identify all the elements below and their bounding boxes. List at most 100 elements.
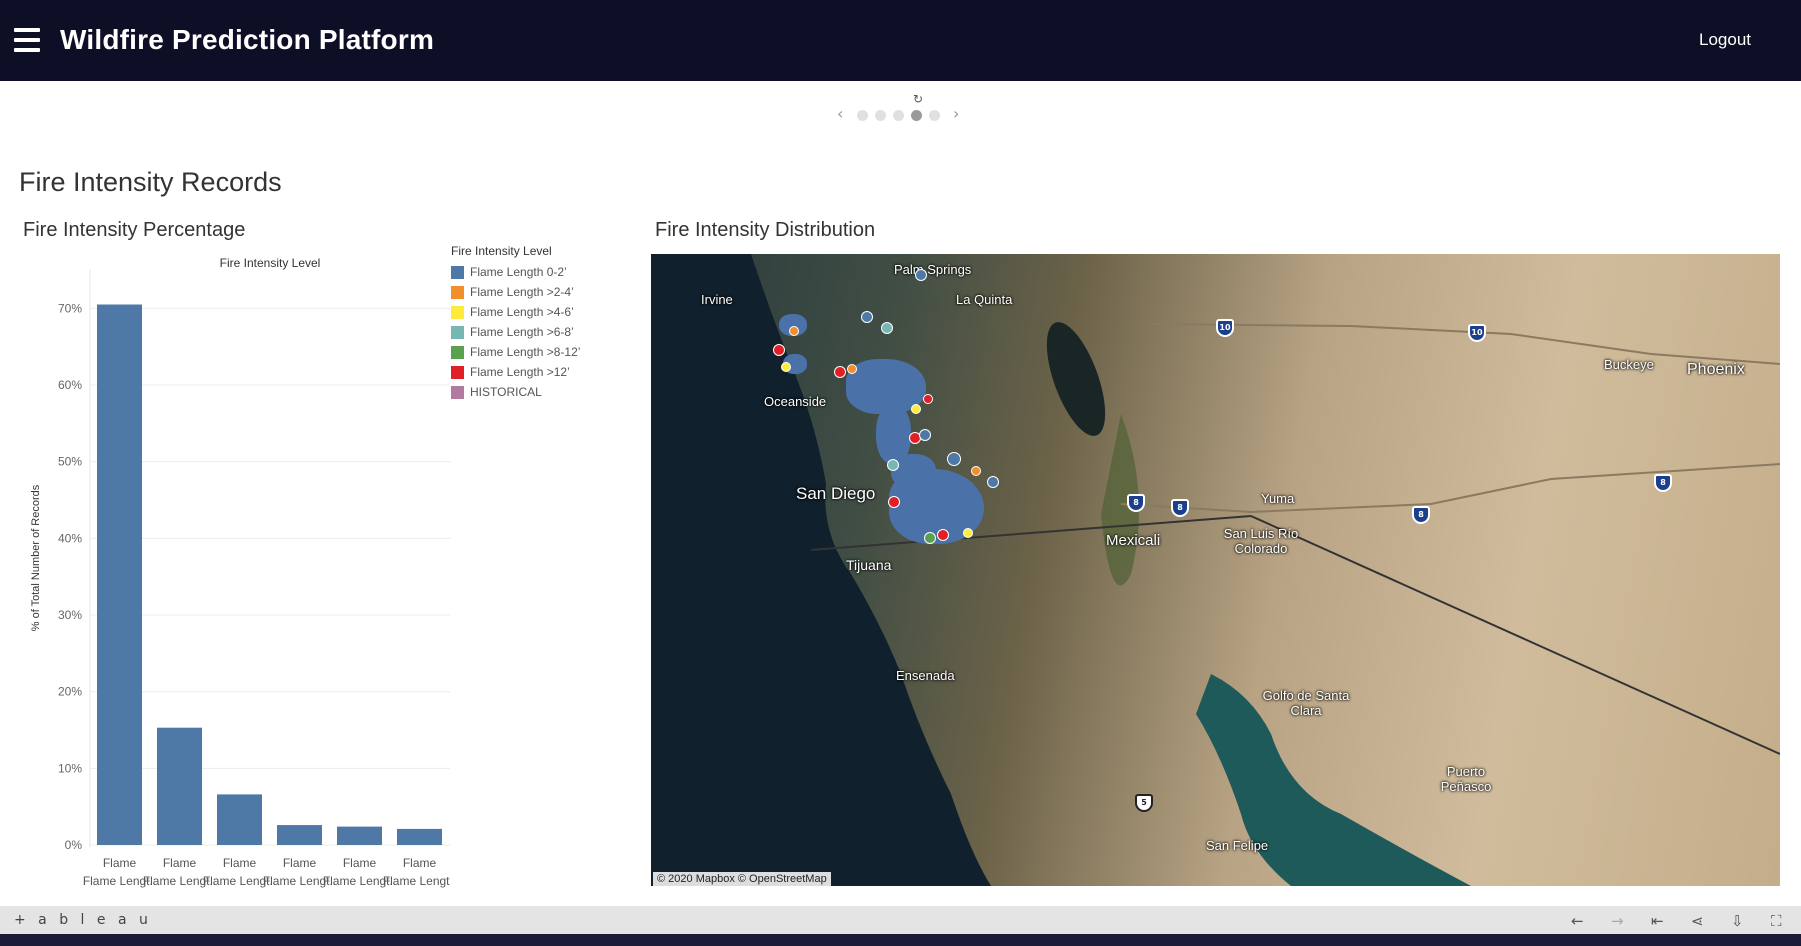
map-label: Oceanside bbox=[764, 394, 827, 409]
legend-item[interactable]: Flame Length 0-2’ bbox=[451, 262, 580, 282]
border-line bbox=[810, 515, 1252, 551]
legend-item[interactable]: Flame Length >4-6’ bbox=[451, 302, 580, 322]
pacific-ocean bbox=[651, 254, 991, 886]
chart-title: Fire Intensity Level bbox=[220, 256, 321, 270]
highway-road bbox=[1150, 323, 1780, 365]
highway-shield-icon: 5 bbox=[1135, 794, 1153, 812]
fire-point[interactable] bbox=[773, 344, 785, 356]
carousel-dot[interactable] bbox=[875, 110, 886, 121]
refresh-icon[interactable]: ↻ bbox=[913, 92, 923, 106]
fire-point[interactable] bbox=[911, 404, 921, 414]
map-label: Ensenada bbox=[896, 668, 955, 683]
interstate-shield-icon: 10 bbox=[1216, 319, 1234, 337]
fire-point[interactable] bbox=[987, 476, 999, 488]
interstate-shield-icon: 8 bbox=[1654, 474, 1672, 492]
legend-swatch bbox=[451, 285, 464, 299]
legend-item[interactable]: Flame Length >8-12’ bbox=[451, 342, 580, 362]
x-tick-label: Flame bbox=[163, 856, 197, 870]
prev-arrow-icon[interactable]: ‹ bbox=[837, 106, 843, 122]
legend-label: Flame Length 0-2’ bbox=[470, 265, 567, 279]
bottom-band bbox=[0, 934, 1801, 946]
map-label: Yuma bbox=[1261, 491, 1295, 506]
distribution-section-title: Fire Intensity Distribution bbox=[655, 219, 876, 241]
legend-swatch bbox=[451, 265, 464, 279]
bar bbox=[277, 825, 322, 845]
x-tick-label: Flame bbox=[343, 856, 377, 870]
map-label: La Quinta bbox=[956, 292, 1013, 307]
dashboard-title: Fire Intensity Records bbox=[19, 167, 282, 197]
legend-item[interactable]: Flame Length >2-4’ bbox=[451, 282, 580, 302]
top-navigation-bar: Wildfire Prediction Platform Logout bbox=[0, 0, 1801, 81]
fire-point[interactable] bbox=[781, 362, 791, 372]
carousel-dot[interactable] bbox=[893, 110, 904, 121]
map-label: Irvine bbox=[701, 292, 733, 307]
bar bbox=[157, 727, 202, 845]
undo-icon[interactable]: ← bbox=[1571, 912, 1584, 930]
legend-label: HISTORICAL bbox=[470, 385, 542, 399]
legend-label: Flame Length >12’ bbox=[470, 365, 570, 379]
legend-item[interactable]: HISTORICAL bbox=[451, 382, 580, 402]
revert-icon[interactable]: ⇤ bbox=[1651, 912, 1664, 930]
map-label: Mexicali bbox=[1106, 532, 1161, 549]
fire-point[interactable] bbox=[888, 496, 900, 508]
next-arrow-icon[interactable]: › bbox=[953, 106, 959, 122]
y-tick-label: 20% bbox=[58, 685, 82, 699]
fire-point[interactable] bbox=[937, 529, 949, 541]
bar bbox=[337, 826, 382, 845]
x-tick-label: Flame Lengt.. bbox=[383, 874, 450, 888]
map-label: Tijuana bbox=[846, 557, 892, 573]
chart-legend: Fire Intensity Level Flame Length 0-2’ F… bbox=[451, 244, 580, 402]
salton-sea bbox=[1046, 322, 1106, 436]
fire-intensity-bar-chart: Fire Intensity Level % of Total Number of… bbox=[30, 256, 450, 888]
fire-point[interactable] bbox=[923, 394, 933, 404]
hamburger-icon[interactable] bbox=[14, 28, 40, 52]
y-tick-label: 40% bbox=[58, 531, 82, 545]
legend-swatch bbox=[451, 305, 464, 319]
redo-icon[interactable]: → bbox=[1611, 912, 1624, 930]
highway-road bbox=[1120, 463, 1780, 514]
fire-point[interactable] bbox=[924, 532, 936, 544]
fire-point[interactable] bbox=[834, 366, 846, 378]
fire-point[interactable] bbox=[887, 459, 899, 471]
map-credit[interactable]: © 2020 Mapbox © OpenStreetMap bbox=[653, 872, 831, 886]
x-tick-label: Flame bbox=[283, 856, 317, 870]
legend-item[interactable]: Flame Length >6-8’ bbox=[451, 322, 580, 342]
carousel-dot[interactable] bbox=[929, 110, 940, 121]
y-tick-label: 60% bbox=[58, 378, 82, 392]
fire-point[interactable] bbox=[919, 429, 931, 441]
fire-point[interactable] bbox=[947, 452, 961, 466]
carousel-dot-active[interactable] bbox=[911, 110, 922, 121]
map-label: Palm Springs bbox=[894, 262, 972, 277]
fullscreen-icon[interactable]: ⛶ bbox=[1771, 912, 1782, 930]
fire-point[interactable] bbox=[915, 269, 927, 281]
fire-point[interactable] bbox=[881, 322, 893, 334]
y-tick-label: 70% bbox=[58, 301, 82, 315]
map-label: Phoenix bbox=[1687, 361, 1745, 378]
y-tick-label: 30% bbox=[58, 608, 82, 622]
bar bbox=[397, 828, 442, 845]
interstate-shield-icon: 8 bbox=[1412, 506, 1430, 524]
percentage-section-title: Fire Intensity Percentage bbox=[23, 219, 246, 241]
fire-point[interactable] bbox=[861, 311, 873, 323]
fire-distribution-map[interactable]: Palm Springs La Quinta Irvine Oceanside … bbox=[651, 254, 1780, 886]
fire-point[interactable] bbox=[971, 466, 981, 476]
map-label: San Diego bbox=[796, 484, 876, 503]
interstate-shield-icon: 8 bbox=[1127, 494, 1145, 512]
legend-swatch bbox=[451, 345, 464, 359]
fire-point[interactable] bbox=[963, 528, 973, 538]
tableau-toolbar: + a b l e a u ← → ⇤ ⋖ ⇩ ⛶ bbox=[0, 906, 1801, 934]
legend-label: Flame Length >4-6’ bbox=[470, 305, 574, 319]
tableau-logo[interactable]: + a b l e a u bbox=[14, 912, 152, 928]
logout-button[interactable]: Logout bbox=[1699, 30, 1751, 50]
legend-label: Flame Length >6-8’ bbox=[470, 325, 574, 339]
share-icon[interactable]: ⋖ bbox=[1691, 912, 1704, 930]
fire-point[interactable] bbox=[847, 364, 857, 374]
legend-item[interactable]: Flame Length >12’ bbox=[451, 362, 580, 382]
y-axis-label: % of Total Number of Records bbox=[30, 484, 42, 631]
x-tick-label: Flame bbox=[403, 856, 437, 870]
download-icon[interactable]: ⇩ bbox=[1731, 912, 1744, 930]
carousel-dot[interactable] bbox=[857, 110, 868, 121]
legend-label: Flame Length >8-12’ bbox=[470, 345, 581, 359]
fire-point[interactable] bbox=[789, 326, 799, 336]
interstate-shield-icon: 10 bbox=[1468, 324, 1486, 342]
